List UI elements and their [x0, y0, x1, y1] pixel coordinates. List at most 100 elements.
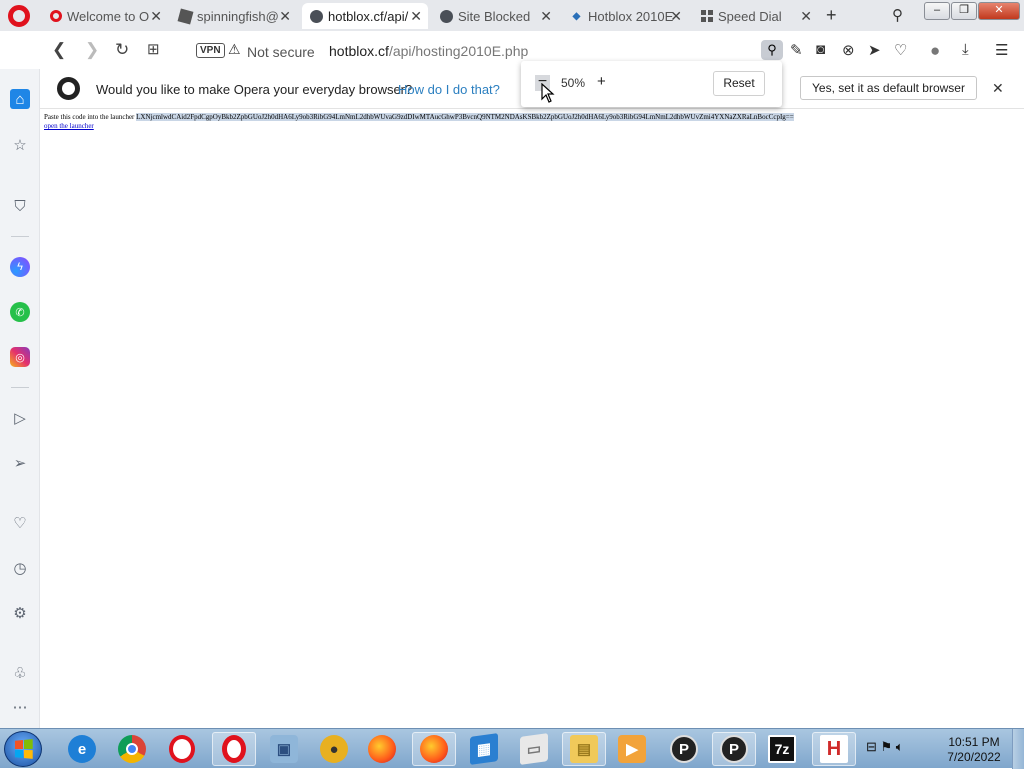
- settings-icon[interactable]: ⚙: [10, 603, 30, 623]
- block-icon[interactable]: ⊗: [842, 41, 855, 59]
- security-status[interactable]: Not secure: [247, 44, 315, 60]
- reload-icon[interactable]: ↻: [115, 40, 129, 60]
- tab-spinningfish[interactable]: spinningfish@ ✕: [171, 3, 297, 29]
- history-icon[interactable]: ◷: [10, 558, 30, 578]
- tab-speed-dial[interactable]: Speed Dial ✕: [692, 3, 818, 29]
- tab-welcome[interactable]: Welcome to O ✕: [42, 3, 168, 29]
- system-tray[interactable]: ⊟ ⚑ 🔈︎: [866, 739, 904, 755]
- windows-logo-icon: [14, 739, 33, 759]
- p-app-icon[interactable]: P: [662, 732, 706, 766]
- opera-gx-icon[interactable]: [160, 732, 204, 766]
- globe-icon: [310, 9, 323, 23]
- firefox-icon[interactable]: [412, 732, 456, 766]
- clock-time: 10:51 PM: [948, 735, 1000, 749]
- 7zip-icon[interactable]: 7z: [760, 732, 804, 766]
- sidebar: ⌂ ☆ ⛉ ϟ ✆ ◎ ▷ ➢ ♡ ◷ ⚙ ♧ ⋯: [0, 69, 40, 728]
- opera-icon: [50, 10, 62, 22]
- opera-logo-icon: [57, 77, 80, 100]
- sidebar-divider: [11, 387, 29, 388]
- launcher-code[interactable]: LXNjcmlwdCAid2FpdCgpOyBkb2ZpbGUoJ2h0dHA6…: [136, 113, 794, 121]
- search-icon[interactable]: ⚲: [892, 6, 903, 24]
- globe-icon: [440, 9, 453, 23]
- tab-site-blocked[interactable]: Site Blocked ✕: [432, 3, 558, 29]
- whatsapp-icon[interactable]: ✆: [10, 302, 30, 322]
- vpn-badge[interactable]: VPN: [196, 43, 225, 58]
- forward-icon[interactable]: ❯: [85, 40, 99, 60]
- keepass-icon[interactable]: ●: [312, 732, 356, 766]
- back-icon[interactable]: ❮: [52, 40, 66, 60]
- zoom-popup: − 50% + Reset: [521, 61, 782, 107]
- url-field[interactable]: hotblox.cf/api/hosting2010E.php: [329, 43, 528, 59]
- paste-instructions: Paste this code into the launcher LXNjcm…: [44, 113, 794, 121]
- set-default-button[interactable]: Yes, set it as default browser: [800, 76, 977, 100]
- close-icon[interactable]: ✕: [540, 8, 552, 25]
- taskbar: e ▣ ● ▦ ▭ ▤ ▶ P P 7z H ⊟ ⚑ 🔈︎ 10:51 PM 7…: [0, 728, 1024, 769]
- close-icon[interactable]: ✕: [992, 80, 1004, 97]
- zoom-level: 50%: [561, 76, 586, 90]
- media-player-icon[interactable]: ▶: [610, 732, 654, 766]
- camera-icon[interactable]: ◙: [816, 41, 825, 58]
- start-button[interactable]: [4, 731, 42, 767]
- close-icon[interactable]: ✕: [410, 8, 422, 25]
- tab-strip: Welcome to O ✕ spinningfish@ ✕ hotblox.c…: [0, 0, 1024, 31]
- player-icon[interactable]: ▷: [10, 408, 30, 428]
- media-center-icon[interactable]: ▣: [262, 732, 306, 766]
- profile-icon[interactable]: ●: [930, 41, 940, 61]
- internet-explorer-icon[interactable]: e: [60, 732, 104, 766]
- address-bar: ❮ ❯ ↻ ⊞ VPN ⚠ Not secure hotblox.cf/api/…: [0, 31, 1024, 69]
- folder-icon[interactable]: ▤: [562, 732, 606, 766]
- instagram-icon[interactable]: ◎: [10, 347, 30, 367]
- clock-date: 7/20/2022: [947, 750, 1001, 764]
- grid-icon: [700, 9, 713, 23]
- menu-icon[interactable]: ☰: [995, 41, 1008, 59]
- heart-icon[interactable]: ♡: [894, 41, 907, 59]
- close-icon[interactable]: ✕: [279, 8, 291, 25]
- banner-question: Would you like to make Opera your everyd…: [96, 82, 413, 97]
- roblox-icon: [177, 8, 194, 24]
- hotblox-app-icon[interactable]: H: [812, 732, 856, 766]
- mouse-cursor-icon: [541, 83, 555, 103]
- window-close-button[interactable]: ✕: [978, 2, 1020, 20]
- warning-icon[interactable]: ⚠: [228, 41, 241, 58]
- firefox-icon[interactable]: [360, 732, 404, 766]
- messenger-icon[interactable]: ϟ: [10, 257, 30, 277]
- hotblox-icon: ◆: [572, 10, 581, 22]
- send-icon[interactable]: ➢: [10, 453, 30, 473]
- blue-app-icon[interactable]: ▦: [462, 732, 506, 766]
- zoom-reset-button[interactable]: Reset: [713, 71, 765, 96]
- shopping-bag-icon[interactable]: ⛉: [10, 196, 30, 216]
- download-icon[interactable]: ⤓: [962, 41, 969, 58]
- more-icon[interactable]: ⋯: [10, 697, 30, 717]
- lightbulb-icon[interactable]: ♧: [10, 663, 30, 683]
- white-app-icon[interactable]: ▭: [512, 732, 556, 766]
- star-icon[interactable]: ☆: [10, 135, 30, 155]
- chrome-icon[interactable]: [110, 732, 154, 766]
- close-icon[interactable]: ✕: [670, 8, 682, 25]
- sidebar-divider: [11, 236, 29, 237]
- close-icon[interactable]: ✕: [800, 8, 812, 25]
- url-host: hotblox.cf: [329, 43, 389, 59]
- url-path: /api/hosting2010E.php: [388, 43, 529, 59]
- opera-icon[interactable]: [212, 732, 256, 766]
- how-link[interactable]: How do I do that?: [398, 82, 500, 97]
- edit-icon[interactable]: ✎: [790, 41, 803, 59]
- zoom-icon[interactable]: ⚲: [761, 40, 783, 60]
- new-tab-button[interactable]: +: [826, 5, 837, 26]
- open-launcher-link[interactable]: open the launcher: [44, 122, 94, 130]
- close-icon[interactable]: ✕: [150, 8, 162, 25]
- tabs-grid-icon[interactable]: ⊞: [147, 40, 160, 58]
- show-desktop-button[interactable]: [1012, 729, 1024, 769]
- heart-icon[interactable]: ♡: [10, 513, 30, 533]
- zoom-in-button[interactable]: +: [597, 73, 606, 90]
- p-app-icon[interactable]: P: [712, 732, 756, 766]
- clock[interactable]: 10:51 PM 7/20/2022: [940, 735, 1008, 765]
- minimize-button[interactable]: ‒: [924, 2, 950, 20]
- opera-menu-icon[interactable]: [8, 5, 30, 27]
- page-content: Paste this code into the launcher LXNjcm…: [40, 110, 1024, 728]
- send-icon[interactable]: ➤: [868, 41, 881, 59]
- paste-label: Paste this code into the launcher: [44, 113, 135, 121]
- home-icon[interactable]: ⌂: [10, 89, 30, 109]
- tab-hotblox-api[interactable]: hotblox.cf/api/ ✕: [302, 3, 428, 29]
- restore-button[interactable]: ❐: [951, 2, 977, 20]
- tab-hotblox-2010e[interactable]: ◆ Hotblox 2010E ✕: [562, 3, 688, 29]
